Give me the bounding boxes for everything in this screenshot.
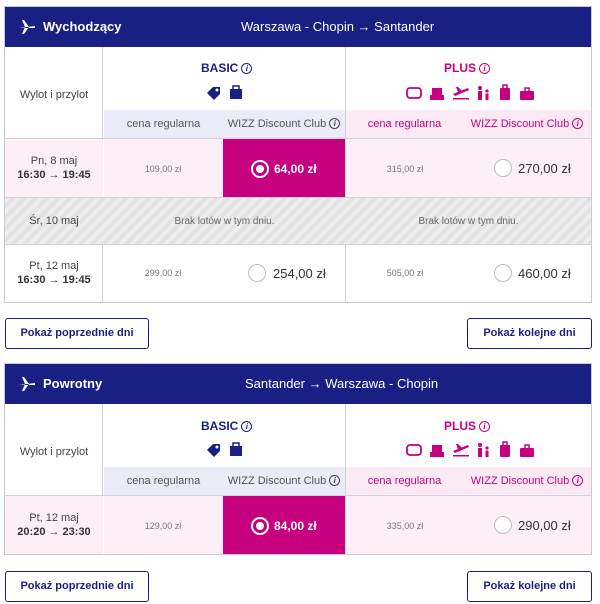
no-flights-basic: Brak lotów w tym dniu. <box>174 216 275 227</box>
fare-radio[interactable] <box>494 516 512 534</box>
tag-icon <box>207 87 220 100</box>
col-basic-club: WIZZ Discount Club i <box>223 110 345 138</box>
col-basic-regular: cena regularna <box>104 467 223 495</box>
info-icon[interactable]: i <box>241 63 253 74</box>
fare-radio-selected[interactable] <box>251 517 269 535</box>
seat-icon <box>406 444 422 456</box>
fare-radio[interactable] <box>248 264 266 282</box>
outbound-next-days-button[interactable]: Pokaż kolejne dni <box>467 318 592 349</box>
col-basic-regular: cena regularna <box>104 110 223 138</box>
plus-club-price: 290,00 zł <box>518 518 571 533</box>
flight-date: Pn, 8 maj 16:30 → 19:45 <box>17 155 91 181</box>
info-icon[interactable]: i <box>572 118 584 129</box>
seat-icon <box>406 87 422 99</box>
fare-radio-selected[interactable] <box>251 160 269 178</box>
plus-regular-price: 315,00 zł <box>386 164 424 174</box>
plane-icon <box>19 20 35 34</box>
info-icon[interactable]: i <box>479 421 491 432</box>
basic-regular-price: 109,00 zł <box>144 164 182 174</box>
outbound-header: Wychodzący Warszawa - Chopin → Santander <box>5 7 591 47</box>
return-next-days-button[interactable]: Pokaż kolejne dni <box>467 571 592 602</box>
armchair-icon <box>430 445 444 457</box>
wylot-label: Wylot i przylot <box>19 446 89 458</box>
info-icon[interactable]: i <box>329 475 341 486</box>
basic-club-price: 254,00 zł <box>273 266 326 281</box>
return-route: Santander → Warszawa - Chopin <box>245 376 439 391</box>
fare-basic-title[interactable]: BASIC i <box>201 61 253 75</box>
return-title: Powrotny <box>43 376 103 391</box>
basic-club-price: 84,00 zł <box>274 519 317 533</box>
fare-plus-title[interactable]: PLUS i <box>444 419 491 433</box>
bag-icon <box>230 85 242 99</box>
suitcase-icon <box>520 444 534 457</box>
plane-icon <box>19 377 35 391</box>
no-flights-plus: Brak lotów w tym dniu. <box>418 216 519 227</box>
tag-icon <box>207 444 220 457</box>
armchair-icon <box>430 88 444 100</box>
suitcase-icon <box>520 87 534 100</box>
family-icon <box>478 443 489 457</box>
plus-regular-price: 335,00 zł <box>386 521 424 531</box>
bag-icon <box>230 442 242 456</box>
fare-basic-title[interactable]: BASIC i <box>201 419 253 433</box>
luggage-icon <box>500 441 510 457</box>
flight-date: Śr, 10 maj <box>29 215 79 227</box>
col-basic-club: WIZZ Discount Club i <box>223 467 345 495</box>
outbound-route: Warszawa - Chopin → Santander <box>241 19 435 34</box>
plane-takeoff-icon <box>453 87 469 100</box>
outbound-flight-panel: Wychodzący Warszawa - Chopin → Santander… <box>4 6 592 303</box>
plus-club-price: 460,00 zł <box>518 266 571 281</box>
return-header: Powrotny Santander → Warszawa - Chopin <box>5 364 591 404</box>
info-icon[interactable]: i <box>479 63 491 74</box>
return-prev-days-button[interactable]: Pokaż poprzednie dni <box>5 571 149 602</box>
col-plus-regular: cena regularna <box>346 467 463 495</box>
basic-club-price: 64,00 zł <box>274 162 317 176</box>
outbound-title: Wychodzący <box>43 19 122 34</box>
col-plus-club: WIZZ Discount Club i <box>463 467 591 495</box>
plus-regular-price: 505,00 zł <box>386 268 424 278</box>
info-icon[interactable]: i <box>329 118 341 129</box>
family-icon <box>478 86 489 100</box>
fare-plus-title[interactable]: PLUS i <box>444 61 491 75</box>
luggage-icon <box>500 84 510 100</box>
plane-takeoff-icon <box>453 444 469 457</box>
basic-regular-price: 129,00 zł <box>144 521 182 531</box>
flight-date: Pt, 12 maj 20:20 → 23:30 <box>17 512 91 538</box>
return-flight-panel: Powrotny Santander → Warszawa - Chopin W… <box>4 363 592 555</box>
plus-club-price: 270,00 zł <box>518 161 571 176</box>
row-divider <box>5 244 591 245</box>
fare-radio[interactable] <box>494 264 512 282</box>
col-plus-regular: cena regularna <box>346 110 463 138</box>
fare-radio[interactable] <box>494 159 512 177</box>
outbound-prev-days-button[interactable]: Pokaż poprzednie dni <box>5 318 149 349</box>
basic-regular-price: 299,00 zł <box>144 268 182 278</box>
info-icon[interactable]: i <box>572 475 584 486</box>
info-icon[interactable]: i <box>241 421 253 432</box>
col-plus-club: WIZZ Discount Club i <box>463 110 591 138</box>
flight-date: Pt, 12 maj 16:30 → 19:45 <box>17 260 91 286</box>
wylot-label: Wylot i przylot <box>19 89 89 101</box>
